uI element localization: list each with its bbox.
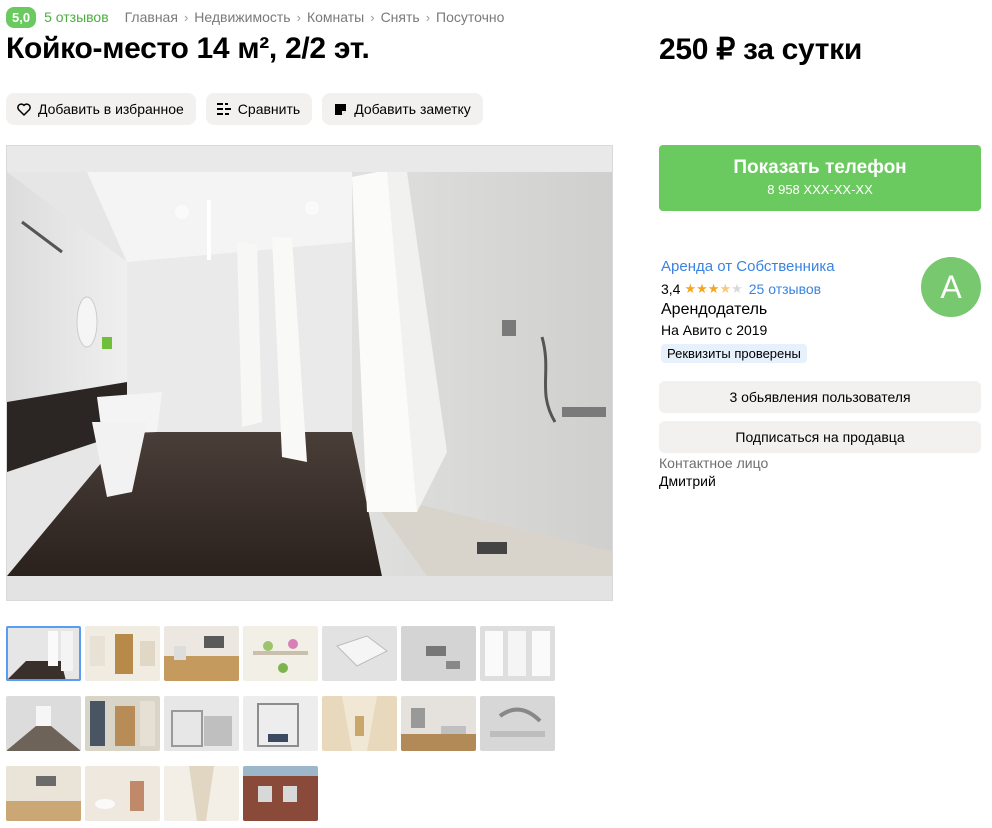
- add-to-favorites-label: Добавить в избранное: [38, 101, 184, 117]
- breadcrumb-item[interactable]: Главная: [125, 9, 178, 25]
- star-rating-icon: ★★★★★: [684, 281, 743, 296]
- thumbnail[interactable]: [480, 696, 555, 751]
- seller-reviews-link[interactable]: 25 отзывов: [749, 281, 821, 297]
- listing-title: Койко-место 14 м², 2/2 эт.: [6, 32, 370, 65]
- thumbnail[interactable]: [322, 696, 397, 751]
- compare-label: Сравнить: [237, 101, 301, 117]
- main-photo[interactable]: [6, 145, 613, 601]
- reviews-link[interactable]: 5 отзывов: [44, 9, 109, 25]
- breadcrumb-item[interactable]: Снять: [381, 9, 420, 25]
- thumbnail[interactable]: [164, 626, 239, 681]
- thumbnail[interactable]: [6, 696, 81, 751]
- compare-button[interactable]: Сравнить: [205, 93, 313, 125]
- thumbnail[interactable]: [6, 766, 81, 821]
- seller-since: На Авито с 2019: [661, 322, 768, 338]
- thumbnail[interactable]: [401, 696, 476, 751]
- heart-icon: [16, 101, 32, 117]
- breadcrumb-item[interactable]: Недвижимость: [194, 9, 290, 25]
- thumbnail[interactable]: [480, 626, 555, 681]
- compare-icon: [216, 101, 232, 117]
- thumbnail-gallery: [6, 626, 566, 828]
- add-note-button[interactable]: Добавить заметку: [322, 93, 483, 125]
- thumbnail[interactable]: [85, 626, 160, 681]
- chevron-right-icon: ›: [183, 9, 189, 25]
- breadcrumb-item[interactable]: Комнаты: [307, 9, 364, 25]
- avatar[interactable]: А: [921, 257, 981, 317]
- thumbnail[interactable]: [401, 626, 476, 681]
- top-bar: 5,0 5 отзывов Главная › Недвижимость › К…: [6, 6, 504, 28]
- seller-rating-value: 3,4: [661, 281, 681, 297]
- thumbnail[interactable]: [243, 766, 318, 821]
- thumbnail[interactable]: [6, 626, 81, 681]
- show-phone-button[interactable]: Показать телефон 8 958 XXX-XX-XX: [659, 145, 981, 211]
- contact-name: Дмитрий: [659, 473, 716, 489]
- show-phone-label: Показать телефон: [733, 157, 907, 178]
- thumbnail[interactable]: [85, 766, 160, 821]
- add-note-label: Добавить заметку: [354, 101, 471, 117]
- thumbnail[interactable]: [322, 626, 397, 681]
- rating-badge: 5,0: [6, 6, 37, 28]
- shower-room-photo: [7, 172, 612, 576]
- add-to-favorites-button[interactable]: Добавить в избранное: [6, 93, 196, 125]
- contact-label: Контактное лицо: [659, 455, 769, 471]
- listing-price: 250 ₽ за сутки: [659, 33, 863, 66]
- verified-badge: Реквизиты проверены: [661, 344, 807, 363]
- thumbnail[interactable]: [243, 626, 318, 681]
- breadcrumb: Главная › Недвижимость › Комнаты › Снять…: [125, 9, 505, 25]
- thumbnail[interactable]: [85, 696, 160, 751]
- chevron-right-icon: ›: [296, 9, 301, 25]
- breadcrumb-item[interactable]: Посуточно: [436, 9, 504, 25]
- seller-listings-button[interactable]: 3 обьявления пользователя: [659, 381, 981, 413]
- subscribe-button[interactable]: Подписаться на продавца: [659, 421, 981, 453]
- thumbnail[interactable]: [243, 696, 318, 751]
- phone-number: 8 958 XXX-XX-XX: [767, 182, 873, 197]
- note-icon: [332, 101, 348, 117]
- action-bar: Добавить в избранное Сравнить Добавить з…: [6, 93, 483, 125]
- thumbnail[interactable]: [164, 696, 239, 751]
- chevron-right-icon: ›: [425, 9, 431, 25]
- chevron-right-icon: ›: [370, 9, 375, 25]
- thumbnail[interactable]: [164, 766, 239, 821]
